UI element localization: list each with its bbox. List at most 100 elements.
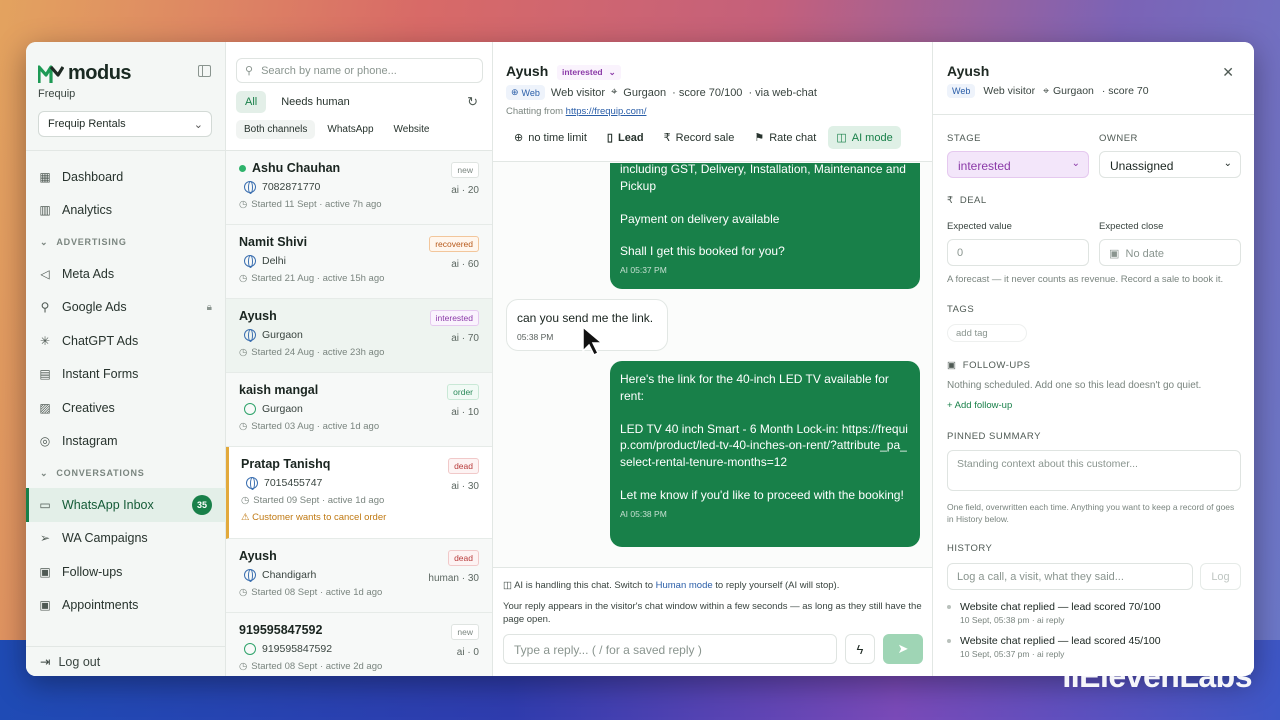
contact-sub-text: 7082871770: [262, 181, 321, 193]
channel-both[interactable]: Both channels: [236, 120, 316, 139]
nav-instagram[interactable]: ◎ Instagram: [26, 425, 226, 459]
search-input[interactable]: ⚲ Search by name or phone...: [236, 58, 483, 83]
nav-whatsapp-inbox[interactable]: ▭ WhatsApp Inbox 35: [26, 488, 226, 522]
nav-label: Appointments: [62, 598, 139, 613]
online-dot-icon: [239, 164, 246, 172]
conversation-card[interactable]: Namit Shivi recovered Delhi ai · 60 ◷ Sta…: [226, 225, 492, 299]
channel-website[interactable]: Website: [386, 120, 438, 139]
quick-reply-bolt-icon[interactable]: ϟ: [845, 634, 875, 664]
human-mode-link[interactable]: Human mode: [656, 580, 713, 591]
contact-name: Ayush: [239, 549, 277, 563]
chat-header: Ayush interested ⌄ ⊕ Web Web visitor ⌖ Gurg…: [493, 42, 932, 162]
location-pin-icon: ⌖: [611, 86, 618, 98]
contact-sub-text: Gurgaon: [262, 329, 303, 341]
card-meta: ◷ Started 09 Sept · active 1d ago: [241, 495, 481, 506]
nav-follow-ups[interactable]: ▣ Follow-ups: [26, 555, 226, 589]
section-label: CONVERSATIONS: [56, 468, 145, 478]
location-pin-icon: ⌖: [1043, 84, 1050, 97]
workspace-select-value: Frequip Rentals: [48, 118, 126, 130]
log-button[interactable]: Log: [1200, 563, 1241, 590]
clock-icon: ◷: [239, 347, 248, 358]
chatting-from: Chatting from https://frequip.com/: [506, 106, 646, 117]
conversation-card-selected[interactable]: Ayush interested Gurgaon ai · 70 ◷ Starte…: [226, 299, 492, 373]
filter-tabs: All Needs human: [236, 91, 359, 113]
followups-label: FOLLOW-UPS: [962, 360, 1031, 371]
nav-label: Creatives: [62, 400, 115, 415]
add-tag-input[interactable]: add tag: [947, 324, 1027, 342]
filter-needs-human[interactable]: Needs human: [272, 91, 359, 113]
clock-icon: ◷: [239, 421, 248, 432]
mouse-cursor-icon: [582, 325, 605, 357]
source-url-link[interactable]: https://frequip.com/: [566, 106, 647, 117]
visitor-type: Web visitor: [550, 86, 606, 99]
lead-button[interactable]: ▯ Lead: [599, 126, 652, 149]
nav-creatives[interactable]: ▨ Creatives: [26, 391, 226, 425]
refresh-icon[interactable]: ↻: [467, 94, 478, 110]
close-icon[interactable]: ✕: [1222, 64, 1234, 81]
stage-select[interactable]: interested ⌄: [947, 151, 1089, 178]
section-conversations[interactable]: ⌄ CONVERSATIONS: [26, 458, 226, 488]
history-label: HISTORY: [947, 543, 993, 554]
filter-all[interactable]: All: [236, 91, 267, 113]
nav-label: Instagram: [62, 434, 118, 449]
nav-wa-campaigns[interactable]: ➢ WA Campaigns: [26, 522, 226, 556]
contact-sub-text: 7015455747: [264, 477, 323, 489]
workspace-select[interactable]: Frequip Rentals ⌄: [38, 111, 212, 137]
chat-contact-name: Ayush: [506, 63, 549, 79]
calendar-icon: ▣: [947, 360, 963, 371]
logout-label: Log out: [58, 654, 101, 669]
status-badge: new: [451, 162, 479, 178]
nav-appointments[interactable]: ▣ Appointments: [26, 589, 226, 623]
nav-dashboard[interactable]: ▦ Dashboard: [26, 160, 226, 194]
conversation-card[interactable]: 919595847592 new 919595847592 ai · 0 ◷ St…: [226, 613, 492, 676]
nav-label: WhatsApp Inbox: [62, 497, 154, 512]
time-limit-label: no time limit: [528, 131, 587, 144]
expected-close-date[interactable]: ▣ No date: [1099, 239, 1241, 266]
handler-score: ai · 30: [451, 481, 479, 492]
contact-sub: 7082871770: [239, 181, 481, 194]
lead-score: · score 70: [1101, 85, 1149, 97]
nav-analytics[interactable]: ▥ Analytics: [26, 194, 226, 228]
channel-whatsapp[interactable]: WhatsApp: [319, 120, 381, 139]
stage-badge[interactable]: interested ⌄: [557, 65, 621, 80]
collapse-sidebar-icon[interactable]: [198, 65, 211, 77]
record-sale-button[interactable]: ₹ Record sale: [656, 126, 743, 149]
contact-name: kaish mangal: [239, 383, 319, 397]
square-icon: ▯: [606, 132, 613, 144]
flag-icon: ⚑: [754, 132, 765, 144]
conversation-card-warning[interactable]: Pratap Tanishq dead 7015455747 ai · 30 ◷…: [226, 447, 492, 539]
time-limit-button[interactable]: ⊕ no time limit: [506, 126, 595, 149]
card-meta-text: Started 09 Sept · active 1d ago: [253, 495, 385, 506]
lock-icon: 🔒︎: [206, 301, 212, 313]
watermark: IIElevenLabs: [1062, 658, 1252, 694]
message-timestamp: AI 05:37 PM: [620, 265, 667, 276]
history-item: Website chat replied — lead scored 45/10…: [947, 635, 1161, 659]
ai-mode-button[interactable]: ◫ AI mode: [828, 126, 901, 149]
rupee-icon: ₹: [663, 132, 671, 144]
nav-instant-forms[interactable]: ▤ Instant Forms: [26, 358, 226, 392]
stage-select-value: interested: [958, 159, 1011, 173]
history-input[interactable]: Log a call, a visit, what they said...: [947, 563, 1193, 590]
chevron-down-icon: ⌄: [1071, 158, 1080, 169]
contact-sub-text: 919595847592: [262, 643, 333, 655]
chat-icon: ▭: [39, 497, 51, 512]
conversation-card[interactable]: Ayush dead Chandigarh human · 30 ◷ Starte…: [226, 539, 492, 613]
pinned-summary-input[interactable]: Standing context about this customer...: [947, 450, 1241, 491]
reply-input[interactable]: Type a reply... ( / for a saved reply ): [503, 634, 837, 664]
send-button[interactable]: ➤: [883, 634, 923, 664]
status-badge: dead: [448, 550, 479, 566]
nav-google-ads[interactable]: ⚲ Google Ads 🔒︎: [26, 291, 226, 325]
expected-value-input[interactable]: 0: [947, 239, 1089, 266]
nav-meta-ads[interactable]: ◁ Meta Ads: [26, 257, 226, 291]
whatsapp-icon: [244, 403, 256, 415]
section-advertising[interactable]: ⌄ ADVERTISING: [26, 227, 226, 257]
owner-select[interactable]: Unassigned ⌄: [1099, 151, 1241, 178]
rate-chat-button[interactable]: ⚑ Rate chat: [746, 126, 824, 149]
nav-chatgpt-ads[interactable]: ✳ ChatGPT Ads: [26, 324, 226, 358]
stage-label: STAGE: [947, 133, 981, 144]
logout-button[interactable]: ⇥ Log out: [26, 646, 225, 676]
conversation-card[interactable]: Ashu Chauhan new 7082871770 ai · 20 ◷ Sta…: [226, 151, 492, 225]
add-followup-button[interactable]: + Add follow-up: [947, 400, 1012, 411]
contact-name-text: Ashu Chauhan: [252, 161, 341, 175]
conversation-card[interactable]: kaish mangal order Gurgaon ai · 10 ◷ Star…: [226, 373, 492, 447]
